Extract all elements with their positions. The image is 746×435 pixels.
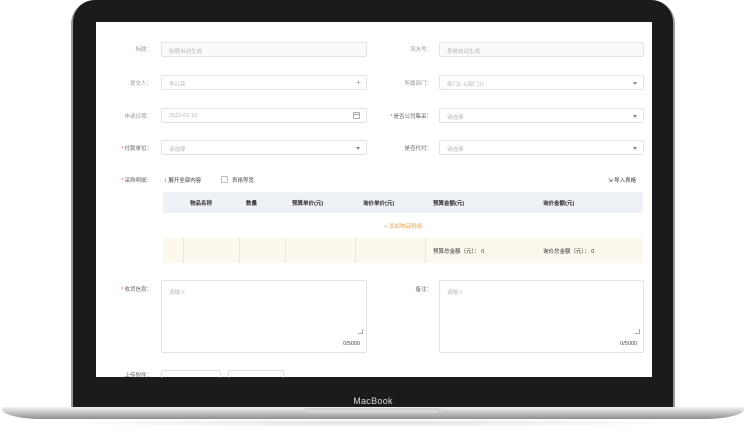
device-label: MacBook <box>353 396 393 406</box>
payer-select[interactable]: 请选择 <box>161 140 367 155</box>
resize-grip-icon[interactable] <box>635 329 640 334</box>
laptop-shadow <box>40 419 706 427</box>
serial-label: 流水号： <box>409 47 432 53</box>
col-inquiry-unit-price: 询价单价(元) <box>363 201 395 207</box>
totals-cell <box>183 238 240 263</box>
company-purchase-label: *是否公司集采： <box>390 114 432 120</box>
equal-width-label: 表格等宽 <box>232 178 255 184</box>
remark-label: 备注： <box>415 287 432 293</box>
equal-width-checkbox[interactable] <box>221 176 228 183</box>
import-table-button[interactable]: ⇲ 导入表格 <box>608 176 636 184</box>
resize-grip-icon[interactable] <box>358 329 363 334</box>
title-placeholder: 标题自动生成 <box>169 49 203 55</box>
serial-field: 系统自动生成 <box>439 42 644 57</box>
add-item-link[interactable]: + 添加物品明细 <box>163 222 643 230</box>
chevron-down-icon <box>633 115 637 118</box>
upload-button[interactable] <box>161 370 221 378</box>
submitter-field[interactable]: 李兴亮 + <box>161 75 367 90</box>
attachment-label: 上传附件： <box>124 373 152 379</box>
totals-cell <box>355 238 426 263</box>
purchase-detail-label: *采购明细： <box>121 178 152 184</box>
title-label: 标题： <box>135 47 152 53</box>
plus-icon[interactable]: + <box>356 78 361 87</box>
receipt-info-label: *收货信息： <box>121 287 152 293</box>
company-purchase-select[interactable]: 请选择 <box>439 108 644 123</box>
totals-cell <box>239 238 286 263</box>
remark-placeholder: 请输入 <box>447 290 464 296</box>
select-file-button[interactable] <box>228 370 284 378</box>
chevron-down-icon <box>633 147 637 150</box>
col-budget-amount: 预算金额(元) <box>433 201 465 207</box>
purchase-table-header: 物品名称 数量 预算单价(元) 询价单价(元) 预算金额(元) 询价金额(元) <box>163 192 643 213</box>
expand-all-button[interactable]: ↕ 展开全部内容 <box>164 176 201 184</box>
budget-total: 预算总金额（元）： 0 <box>433 249 485 255</box>
laptop-chin: MacBook <box>73 378 673 408</box>
agent-pay-label: 是否代付： <box>404 146 432 152</box>
col-budget-unit-price: 预算单价(元) <box>292 201 324 207</box>
apply-date-label: 申请日期： <box>124 114 152 120</box>
apply-date-picker[interactable]: 2022-03-10 <box>161 108 367 123</box>
agent-pay-select[interactable]: 请选择 <box>439 140 644 155</box>
laptop-base-notch <box>305 408 441 413</box>
department-select[interactable]: 部门1-1(部门1) <box>439 75 644 90</box>
company-purchase-placeholder: 请选择 <box>447 115 464 121</box>
title-field: 标题自动生成 <box>161 42 367 57</box>
department-label: 所属部门： <box>404 81 432 87</box>
col-item-name: 物品名称 <box>190 201 213 207</box>
receipt-info-counter: 0/5000 <box>343 341 360 347</box>
payer-placeholder: 请选择 <box>169 147 186 153</box>
col-inquiry-amount: 询价金额(元) <box>543 201 575 207</box>
submitter-value: 李兴亮 <box>169 82 186 88</box>
inquiry-total: 询价总金额（元）： 0 <box>543 249 595 255</box>
apply-date-value: 2022-03-10 <box>169 113 198 119</box>
serial-placeholder: 系统自动生成 <box>447 49 481 55</box>
receipt-info-textarea[interactable]: 请输入 0/5000 <box>161 280 367 353</box>
chevron-down-icon <box>633 82 637 85</box>
add-item-row: + 添加物品明细 <box>163 214 643 239</box>
receipt-info-placeholder: 请输入 <box>169 290 186 296</box>
totals-cell <box>163 238 184 263</box>
calendar-icon <box>353 112 360 119</box>
remark-counter: 0/5000 <box>620 341 637 347</box>
department-value: 部门1-1(部门1) <box>447 82 484 88</box>
submitter-label: 提交人： <box>129 81 152 87</box>
chevron-down-icon <box>356 147 360 150</box>
totals-cell <box>285 238 356 263</box>
agent-pay-placeholder: 请选择 <box>447 147 464 153</box>
payer-label: *付款单位： <box>121 146 152 152</box>
totals-row: 预算总金额（元）： 0 询价总金额（元）： 0 <box>163 238 643 263</box>
col-quantity: 数量 <box>246 201 258 207</box>
remark-textarea[interactable]: 请输入 0/5000 <box>439 280 644 353</box>
